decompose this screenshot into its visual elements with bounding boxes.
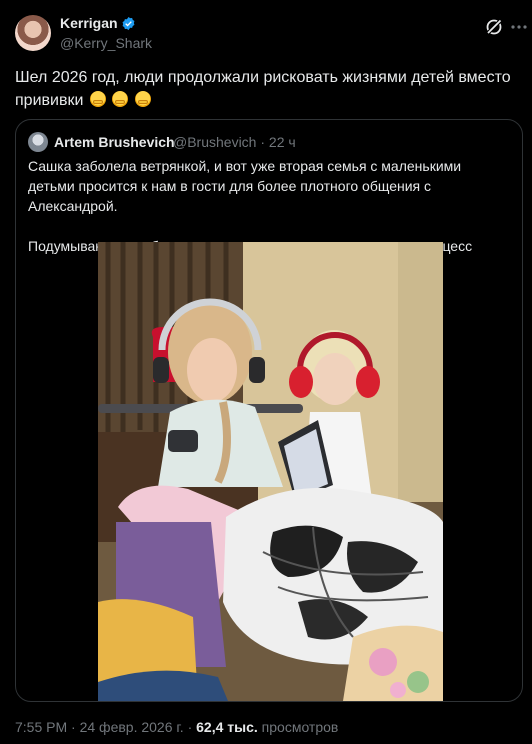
views-count: 62,4 тыс. bbox=[196, 719, 258, 735]
quoted-paragraph: Сашка заболела ветрянкой, и вот уже втор… bbox=[28, 158, 462, 214]
author-avatar[interactable] bbox=[15, 15, 51, 51]
post-text-body: Шел 2026 год, люди продолжали рисковать … bbox=[15, 69, 511, 109]
quoted-post-time: 22 ч bbox=[268, 134, 296, 150]
quoted-post-photo[interactable] bbox=[98, 242, 443, 701]
quoted-post[interactable]: Artem Brushevich @Brushevich · 22 ч Сашк… bbox=[15, 119, 523, 702]
quoted-author-meta: @Brushevich · 22 ч bbox=[173, 134, 296, 150]
views-label: просмотров bbox=[261, 719, 339, 735]
photo-illustration bbox=[98, 242, 443, 701]
grok-icon[interactable] bbox=[484, 17, 504, 37]
post-time[interactable]: 7:55 PM bbox=[15, 719, 67, 735]
meta-separator: · bbox=[260, 134, 269, 150]
grimacing-face-emoji-icon bbox=[89, 91, 106, 107]
post-date[interactable]: 24 февр. 2026 г. bbox=[80, 719, 184, 735]
quoted-author-name: Artem Brushevich bbox=[54, 134, 175, 150]
author-display-name[interactable]: Kerrigan bbox=[60, 15, 118, 31]
more-options-icon[interactable] bbox=[510, 15, 528, 39]
quoted-post-text: Сашка заболела ветрянкой, и вот уже втор… bbox=[28, 156, 510, 256]
footer-separator: · bbox=[71, 719, 80, 735]
quoted-author-avatar bbox=[28, 132, 48, 152]
footer-separator: · bbox=[187, 719, 197, 735]
verified-badge-icon bbox=[122, 16, 135, 30]
post: Kerrigan @Kerry_Shark Шел 2026 год, люди… bbox=[0, 0, 532, 744]
grimacing-face-emoji-icon bbox=[134, 91, 151, 107]
post-footer: 7:55 PM · 24 февр. 2026 г. · 62,4 тыс. п… bbox=[15, 719, 338, 735]
grimacing-face-emoji-icon bbox=[112, 91, 129, 107]
author-handle[interactable]: @Kerry_Shark bbox=[60, 35, 152, 51]
quoted-author-handle: @Brushevich bbox=[173, 134, 257, 150]
author-name-row[interactable]: Kerrigan bbox=[60, 15, 136, 31]
post-text: Шел 2026 год, люди продолжали рисковать … bbox=[15, 66, 520, 112]
